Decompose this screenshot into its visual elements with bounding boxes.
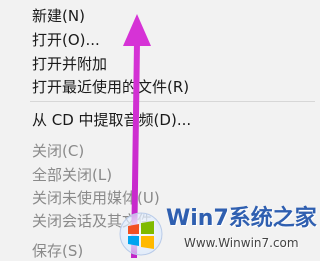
- watermark-url: Www.Winwin7.com: [184, 236, 299, 250]
- windows-logo-icon: [119, 212, 163, 256]
- watermark: Win7系统之家 Www.Winwin7.com: [108, 190, 317, 258]
- watermark-title: Win7系统之家: [166, 206, 317, 231]
